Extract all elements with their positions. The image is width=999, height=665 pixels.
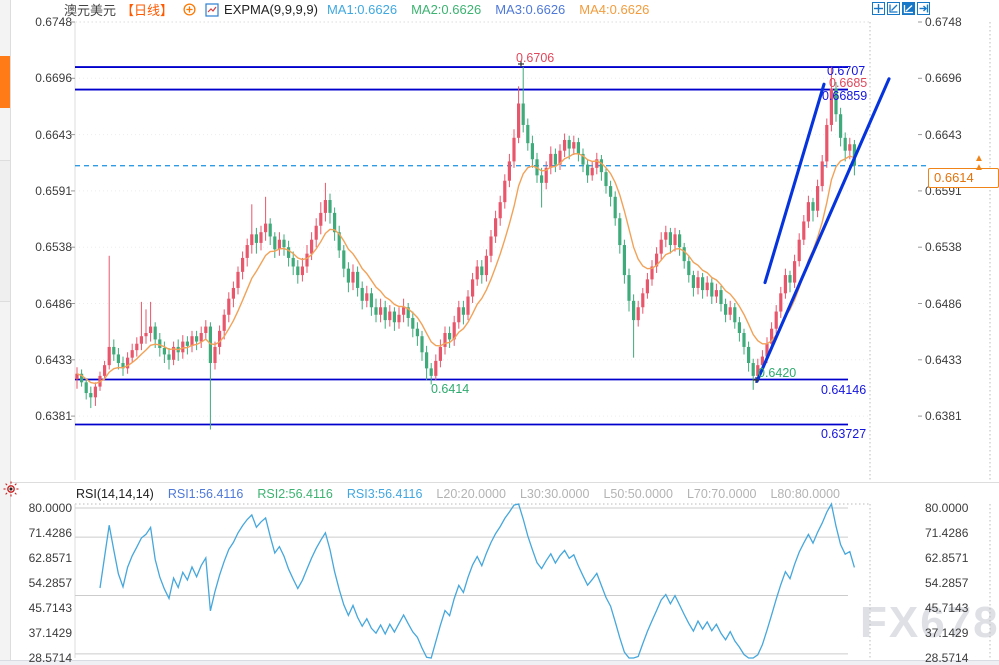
symbol-name: 澳元美元 bbox=[64, 0, 116, 19]
price-annotation: 0.63727 bbox=[821, 427, 866, 441]
price-tick-right: 0.6433 bbox=[925, 353, 962, 367]
move-icon[interactable] bbox=[871, 2, 885, 15]
price-annotation: 0.6414 bbox=[431, 382, 469, 396]
rsi-tick-left: 71.4286 bbox=[12, 526, 72, 540]
price-tick-left: 0.6696 bbox=[12, 71, 72, 85]
price-tick-right: 0.6643 bbox=[925, 128, 962, 142]
rsi-panel-header: RSI(14,14,14) RSI1:56.4116RSI2:56.4116RS… bbox=[76, 486, 840, 502]
rsi-tick-right: 45.7143 bbox=[925, 601, 968, 615]
price-annotation: 0.6706 bbox=[516, 51, 554, 65]
rsi-indicator-label: RSI(14,14,14) bbox=[76, 487, 154, 501]
price-tick-right: 0.6381 bbox=[925, 409, 962, 423]
rsi-level-label: L50:50.0000 bbox=[603, 487, 673, 501]
bottom-scroll-strip[interactable] bbox=[0, 660, 999, 665]
price-tick-right: 0.6538 bbox=[925, 240, 962, 254]
price-tick-right: 0.6748 bbox=[925, 15, 962, 29]
rsi-tick-right: 71.4286 bbox=[925, 526, 968, 540]
price-tick-right: 0.6486 bbox=[925, 297, 962, 311]
rsi-tick-left: 62.8571 bbox=[12, 551, 72, 565]
rsi-tick-left: 45.7143 bbox=[12, 601, 72, 615]
exit-icon[interactable] bbox=[916, 2, 930, 15]
price-tick-left: 0.6748 bbox=[12, 15, 72, 29]
current-price-box: 0.6614 bbox=[928, 168, 999, 188]
price-tick-left: 0.6643 bbox=[12, 128, 72, 142]
price-tick-left: 0.6381 bbox=[12, 409, 72, 423]
rsi-level-label: L70:70.0000 bbox=[687, 487, 757, 501]
rsi-tick-left: 28.5714 bbox=[12, 651, 72, 665]
ma-value: MA3:0.6626 bbox=[495, 2, 565, 17]
price-tick-left: 0.6591 bbox=[12, 184, 72, 198]
chart-toolbar bbox=[871, 2, 930, 15]
rsi-level-label: L20:20.0000 bbox=[436, 487, 506, 501]
chart-style-icon[interactable] bbox=[901, 2, 915, 15]
price-tick-left: 0.6433 bbox=[12, 353, 72, 367]
price-up-arrow-icon: ▲▲ bbox=[971, 154, 987, 172]
price-annotation: 0.66859 bbox=[822, 89, 867, 103]
rsi-tick-left: 80.0000 bbox=[12, 501, 72, 515]
ma-values-group: MA1:0.6626 MA2:0.6626 MA3:0.6626 MA4:0.6626 bbox=[327, 2, 649, 17]
rsi-level-label: L30:30.0000 bbox=[520, 487, 590, 501]
ma-value: MA2:0.6626 bbox=[411, 2, 481, 17]
ma-value: MA1:0.6626 bbox=[327, 2, 397, 17]
rsi-tick-left: 37.1429 bbox=[12, 626, 72, 640]
price-annotation: 0.6685 bbox=[829, 76, 867, 90]
price-tick-left: 0.6538 bbox=[12, 240, 72, 254]
chart-app-window: FX678 澳元美元 【日线】 EXPMA(9,9,9,9) MA1:0.662… bbox=[0, 0, 999, 665]
mini-chart-icon[interactable] bbox=[205, 3, 219, 17]
price-annotation: 0.64146 bbox=[821, 383, 866, 397]
rsi-value: RSI2:56.4116 bbox=[257, 487, 333, 501]
rsi-tick-right: 28.5714 bbox=[925, 651, 968, 665]
rsi-value: RSI3:56.4116 bbox=[347, 487, 423, 501]
expma-indicator-label: EXPMA(9,9,9,9) bbox=[224, 2, 318, 17]
rsi-tick-right: 80.0000 bbox=[925, 501, 968, 515]
add-indicator-icon[interactable] bbox=[182, 3, 196, 17]
rsi-values-group: RSI1:56.4116 RSI2:56.4116 RSI3:56.4116 bbox=[168, 487, 423, 501]
rsi-levels-group: L20:20.0000 L30:30.0000 L50:50.0000 L70:70.… bbox=[436, 487, 840, 501]
panel-divider[interactable] bbox=[10, 482, 999, 483]
price-annotation: 0.6420 bbox=[758, 366, 796, 380]
rsi-value: RSI1:56.4116 bbox=[168, 487, 244, 501]
rsi-tick-left: 54.2857 bbox=[12, 576, 72, 590]
period-label[interactable]: 【日线】 bbox=[121, 0, 173, 19]
axis-scale-icon[interactable] bbox=[886, 2, 900, 15]
rsi-tick-right: 62.8571 bbox=[925, 551, 968, 565]
ma-value: MA4:0.6626 bbox=[579, 2, 649, 17]
rsi-tick-right: 54.2857 bbox=[925, 576, 968, 590]
alert-sun-icon[interactable] bbox=[3, 481, 19, 502]
rsi-tick-right: 37.1429 bbox=[925, 626, 968, 640]
main-chart-header: 澳元美元 【日线】 EXPMA(9,9,9,9) MA1:0.6626 MA2:0… bbox=[64, 1, 649, 18]
rsi-level-label: L80:80.0000 bbox=[770, 487, 840, 501]
price-tick-left: 0.6486 bbox=[12, 297, 72, 311]
price-tick-right: 0.6696 bbox=[925, 71, 962, 85]
